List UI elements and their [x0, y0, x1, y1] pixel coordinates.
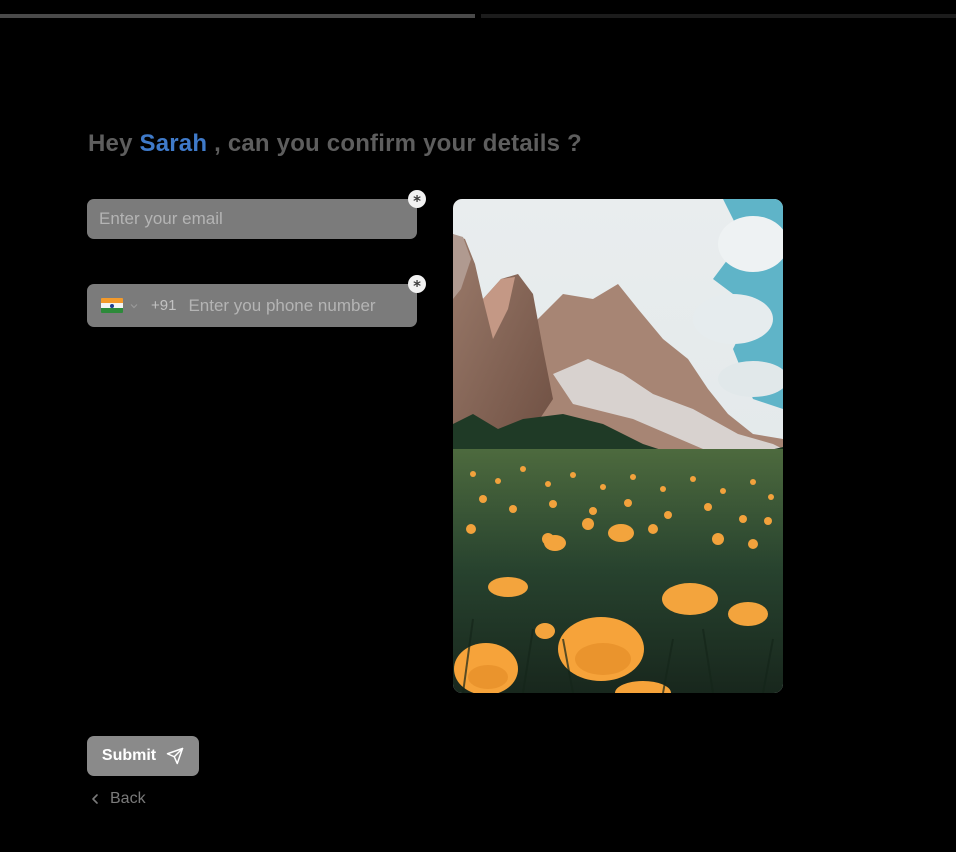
landscape-photo [453, 199, 783, 693]
progress-bar [0, 14, 956, 18]
question-text: , can you confirm your details ? [214, 130, 582, 157]
required-indicator: * [408, 190, 426, 210]
chevron-left-icon [92, 794, 98, 804]
mountain-meadow-image [453, 199, 783, 693]
submit-button[interactable]: Submit [87, 736, 199, 776]
email-field-container: * [87, 190, 426, 239]
submit-label: Submit [101, 747, 157, 764]
back-label: Back [110, 790, 146, 807]
required-indicator: * [408, 275, 426, 295]
progress-step-1 [0, 14, 475, 18]
phone-field-container: +91 * [87, 275, 426, 327]
india-flag-icon [101, 298, 123, 313]
country-code-select[interactable] [87, 284, 139, 327]
confirm-details-page: Hey Sarah , can you confirm your details… [0, 0, 956, 852]
phone-input[interactable] [188, 295, 417, 316]
user-name: Sarah [139, 130, 208, 157]
progress-step-2 [481, 14, 956, 18]
dial-code: +91 [151, 297, 177, 314]
send-icon [166, 747, 184, 765]
page-title: Hey Sarah , can you confirm your details… [88, 130, 582, 158]
greeting-text: Hey [88, 130, 133, 157]
email-input[interactable] [87, 199, 417, 239]
back-link[interactable]: Back [90, 790, 146, 808]
chevron-down-icon [130, 303, 138, 308]
